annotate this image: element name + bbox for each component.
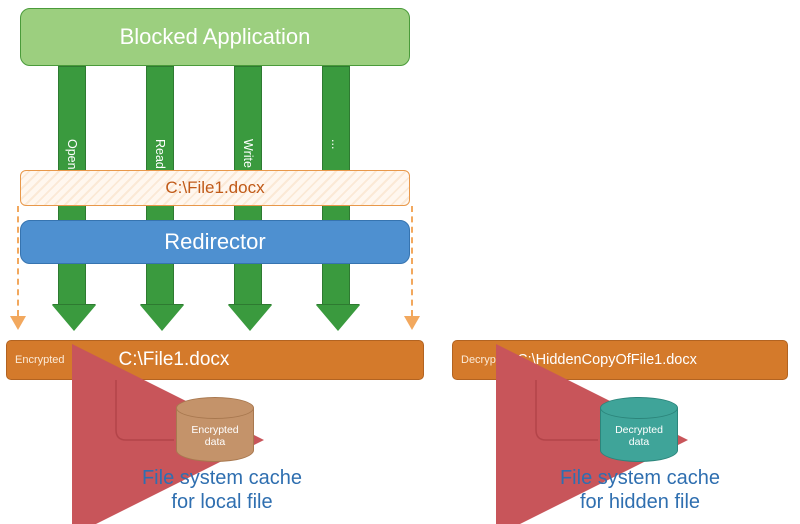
cyl-line2: data: [629, 436, 649, 448]
arrow-head-icon: [404, 316, 420, 330]
arrow-head-icon: [228, 305, 272, 331]
footer-local-cache: File system cache for local file: [82, 466, 362, 514]
cyl-line1: Decrypted: [615, 424, 663, 436]
encrypted-file-path: C:\File1.docx: [119, 349, 230, 371]
decrypted-data-cylinder: Decrypted data: [600, 408, 678, 472]
footer-line1: File system cache: [560, 467, 720, 489]
cyl-line2: data: [205, 436, 225, 448]
dashed-arrow-right: [404, 206, 420, 338]
cylinder-label: Encrypted data: [176, 424, 254, 448]
redirector-box: Redirector: [20, 220, 410, 264]
blocked-application-box: Blocked Application: [20, 8, 410, 66]
encrypted-data-cylinder: Encrypted data: [176, 408, 254, 472]
arrow-head-icon: [316, 305, 360, 331]
footer-line2: for hidden file: [580, 491, 700, 513]
op-label: Write: [241, 139, 255, 168]
dashed-line-icon: [411, 206, 420, 316]
redirector-label: Redirector: [164, 229, 265, 255]
cyl-line1: Encrypted: [191, 424, 238, 436]
footer-line2: for local file: [171, 491, 272, 513]
footer-hidden-cache: File system cache for hidden file: [510, 466, 770, 514]
footer-line1: File system cache: [142, 467, 302, 489]
blocked-application-label: Blocked Application: [120, 24, 311, 50]
arrow-head-icon: [52, 305, 96, 331]
original-file-path: C:\File1.docx: [165, 178, 264, 198]
file-redirection-diagram: Blocked Application Open Read Write ... …: [0, 0, 800, 524]
arrow-head-icon: [140, 305, 184, 331]
decrypted-file-bar: Decrypted C:\HiddenCopyOfFile1.docx: [452, 340, 788, 380]
arrow-head-icon: [10, 316, 26, 330]
original-file-bar: C:\File1.docx: [20, 170, 410, 206]
dashed-arrow-left: [10, 206, 26, 338]
op-label: Open: [65, 139, 79, 170]
encrypted-file-bar: Encrypted C:\File1.docx: [6, 340, 424, 380]
op-label: Read: [153, 139, 167, 169]
decrypted-file-path: C:\HiddenCopyOfFile1.docx: [517, 352, 697, 368]
decrypted-tag: Decrypted: [461, 354, 511, 366]
cylinder-top-icon: [600, 397, 678, 419]
cylinder-label: Decrypted data: [600, 424, 678, 448]
encrypted-tag: Encrypted: [15, 354, 65, 366]
op-label: ...: [329, 139, 343, 149]
cylinder-top-icon: [176, 397, 254, 419]
dashed-line-icon: [17, 206, 26, 316]
